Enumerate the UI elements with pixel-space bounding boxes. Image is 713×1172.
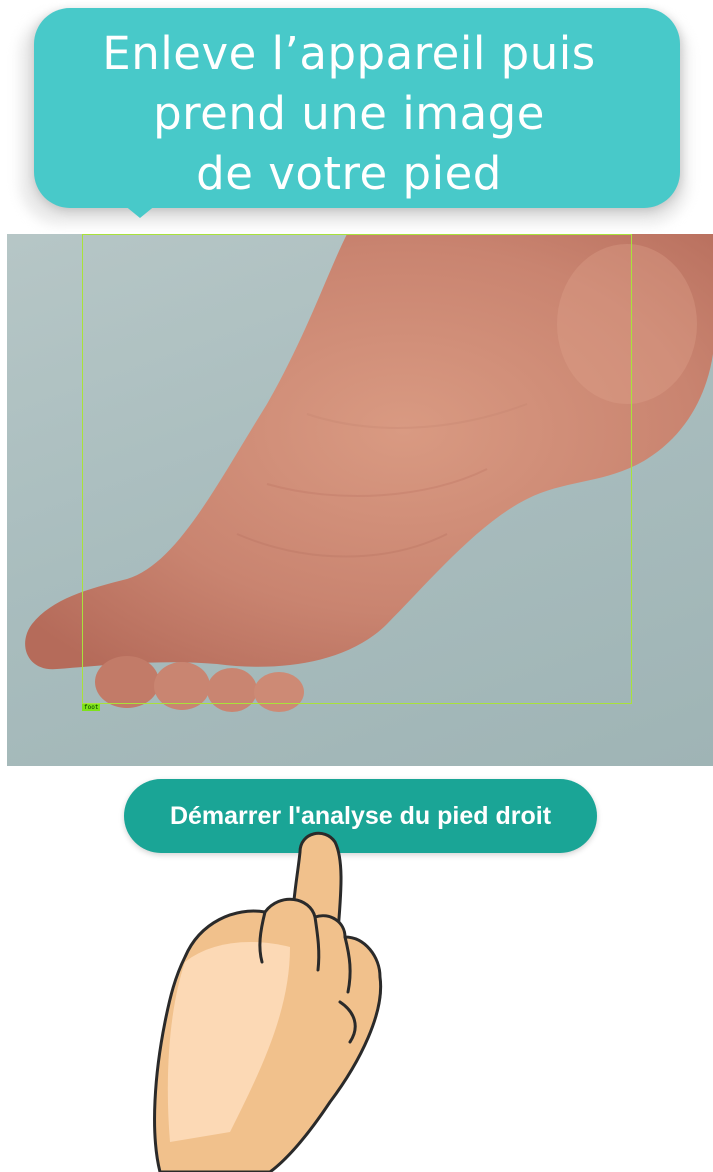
app-screen: Enleve l’appareil puis prend une image d… <box>0 0 713 1172</box>
detection-box <box>82 234 632 704</box>
instruction-line-1: Enleve l’appareil puis <box>102 27 596 80</box>
instruction-line-2: prend une image <box>153 87 545 140</box>
detection-label: foot <box>82 704 101 711</box>
instruction-line-3: de votre pied <box>196 147 502 200</box>
camera-preview[interactable]: foot <box>7 234 713 766</box>
instruction-text: Enleve l’appareil puis prend une image d… <box>34 24 664 204</box>
pointing-hand-icon <box>153 831 383 1172</box>
